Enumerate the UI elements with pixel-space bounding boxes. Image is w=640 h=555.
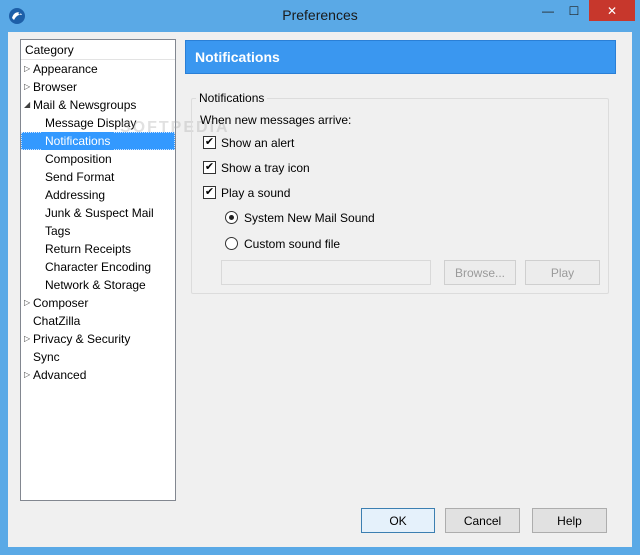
category-item-label: Junk & Suspect Mail xyxy=(45,206,154,220)
category-item[interactable]: ▷ Composer xyxy=(21,294,175,312)
category-item[interactable]: ChatZilla xyxy=(21,312,175,330)
category-item-label: Appearance xyxy=(33,62,98,76)
new-messages-label: When new messages arrive: xyxy=(200,113,352,127)
play-sound-checkbox[interactable]: ✔ xyxy=(203,186,216,199)
help-button[interactable]: Help xyxy=(532,508,607,533)
category-item-label: Composition xyxy=(45,152,112,166)
dialog-client-area: Category ▷ Appearance ▷ Browser ◢ Mail & News… xyxy=(8,32,632,547)
minimize-button[interactable]: — xyxy=(535,0,561,21)
category-item-label: Network & Storage xyxy=(45,278,146,292)
close-button[interactable]: ✕ xyxy=(589,0,635,21)
collapsed-twisty-icon[interactable]: ▷ xyxy=(24,60,32,78)
category-item-label: Character Encoding xyxy=(45,260,152,274)
category-item-label: Advanced xyxy=(33,368,87,382)
category-tree-body: ▷ Appearance ▷ Browser ◢ Mail & Newsgroups Mes… xyxy=(21,60,175,384)
category-item[interactable]: Sync xyxy=(21,348,175,366)
groupbox-caption: Notifications xyxy=(196,91,268,105)
category-item-label: Addressing xyxy=(45,188,106,202)
category-item-label: Return Receipts xyxy=(45,242,132,256)
category-item[interactable]: Tags xyxy=(21,222,175,240)
cancel-button[interactable]: Cancel xyxy=(445,508,520,533)
category-item[interactable]: Send Format xyxy=(21,168,175,186)
category-item-label: Mail & Newsgroups xyxy=(33,98,137,112)
play-button[interactable]: Play xyxy=(525,260,600,285)
expanded-twisty-icon[interactable]: ◢ xyxy=(24,96,32,114)
play-sound-label[interactable]: Play a sound xyxy=(221,186,290,200)
show-alert-label[interactable]: Show an alert xyxy=(221,136,294,150)
system-sound-radio[interactable] xyxy=(225,211,238,224)
category-header: Category xyxy=(21,40,175,60)
category-tree[interactable]: Category ▷ Appearance ▷ Browser ◢ Mail & News… xyxy=(20,39,176,501)
category-item[interactable]: ▷ Appearance xyxy=(21,60,175,78)
category-item[interactable]: Character Encoding xyxy=(21,258,175,276)
category-item[interactable]: ▷ Browser xyxy=(21,78,175,96)
pane-title: Notifications xyxy=(185,40,616,74)
category-item-label: ChatZilla xyxy=(33,314,81,328)
ok-button[interactable]: OK xyxy=(361,508,435,533)
collapsed-twisty-icon[interactable]: ▷ xyxy=(24,366,32,384)
category-item-label: Composer xyxy=(33,296,89,310)
show-alert-checkbox[interactable]: ✔ xyxy=(203,136,216,149)
category-item[interactable]: Junk & Suspect Mail xyxy=(21,204,175,222)
custom-sound-label[interactable]: Custom sound file xyxy=(244,237,340,251)
category-item-label: Sync xyxy=(33,350,60,364)
sound-file-field[interactable] xyxy=(221,260,431,285)
browse-button[interactable]: Browse... xyxy=(444,260,516,285)
system-sound-label[interactable]: System New Mail Sound xyxy=(244,211,375,225)
show-tray-checkbox[interactable]: ✔ xyxy=(203,161,216,174)
category-item[interactable]: ▷ Advanced xyxy=(21,366,175,384)
category-item-label: Tags xyxy=(45,224,71,238)
category-item-label: Privacy & Security xyxy=(33,332,131,346)
title-bar: Preferences — ☐ ✕ xyxy=(0,0,640,32)
custom-sound-radio[interactable] xyxy=(225,237,238,250)
category-item[interactable]: Return Receipts xyxy=(21,240,175,258)
category-item[interactable]: Composition xyxy=(21,150,175,168)
maximize-button[interactable]: ☐ xyxy=(561,0,587,21)
category-item[interactable]: Network & Storage xyxy=(21,276,175,294)
collapsed-twisty-icon[interactable]: ▷ xyxy=(24,294,32,312)
category-item-label: Browser xyxy=(33,80,78,94)
show-tray-label[interactable]: Show a tray icon xyxy=(221,161,310,175)
category-item-label: Send Format xyxy=(45,170,115,184)
category-item[interactable]: Addressing xyxy=(21,186,175,204)
collapsed-twisty-icon[interactable]: ▷ xyxy=(24,78,32,96)
collapsed-twisty-icon[interactable]: ▷ xyxy=(24,330,32,348)
category-item-label: Notifications xyxy=(41,132,115,150)
category-item[interactable]: ▷ Privacy & Security xyxy=(21,330,175,348)
category-item[interactable]: ◢ Mail & Newsgroups xyxy=(21,96,175,114)
